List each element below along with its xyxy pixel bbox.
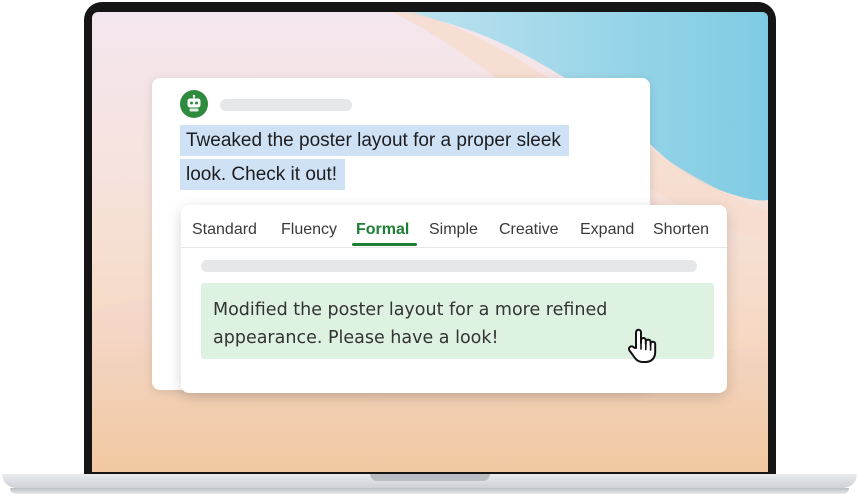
tab-standard[interactable]: Standard [192, 221, 257, 239]
hand-pointer-icon [627, 328, 657, 363]
message-text[interactable]: Tweaked the poster layout for a proper s… [180, 124, 600, 192]
tab-formal[interactable]: Formal [356, 221, 409, 239]
tab-creative[interactable]: Creative [499, 221, 559, 239]
suggestion-line-1: Modified the poster layout for a more re… [213, 300, 608, 320]
name-placeholder [220, 99, 352, 111]
laptop-base-shadow [10, 488, 849, 494]
suggestion-line-2: appearance. Please have a look! [213, 328, 499, 348]
mode-tabs: Standard Fluency Formal Simple Creative … [181, 205, 727, 248]
tab-simple[interactable]: Simple [429, 221, 478, 239]
loading-placeholder [201, 260, 697, 272]
tab-expand[interactable]: Expand [580, 221, 634, 239]
robot-icon [180, 90, 208, 118]
active-tab-indicator [352, 243, 417, 246]
laptop-notch [370, 474, 490, 481]
rephrased-suggestion[interactable]: Modified the poster layout for a more re… [201, 283, 714, 363]
message-line-1: Tweaked the poster layout for a proper s… [180, 125, 569, 156]
suggestion-text: Modified the poster layout for a more re… [213, 296, 683, 352]
rephrase-panel: Standard Fluency Formal Simple Creative … [181, 205, 727, 393]
tab-shorten[interactable]: Shorten [653, 221, 709, 239]
tab-fluency[interactable]: Fluency [281, 221, 337, 239]
message-line-2: look. Check it out! [180, 159, 346, 190]
